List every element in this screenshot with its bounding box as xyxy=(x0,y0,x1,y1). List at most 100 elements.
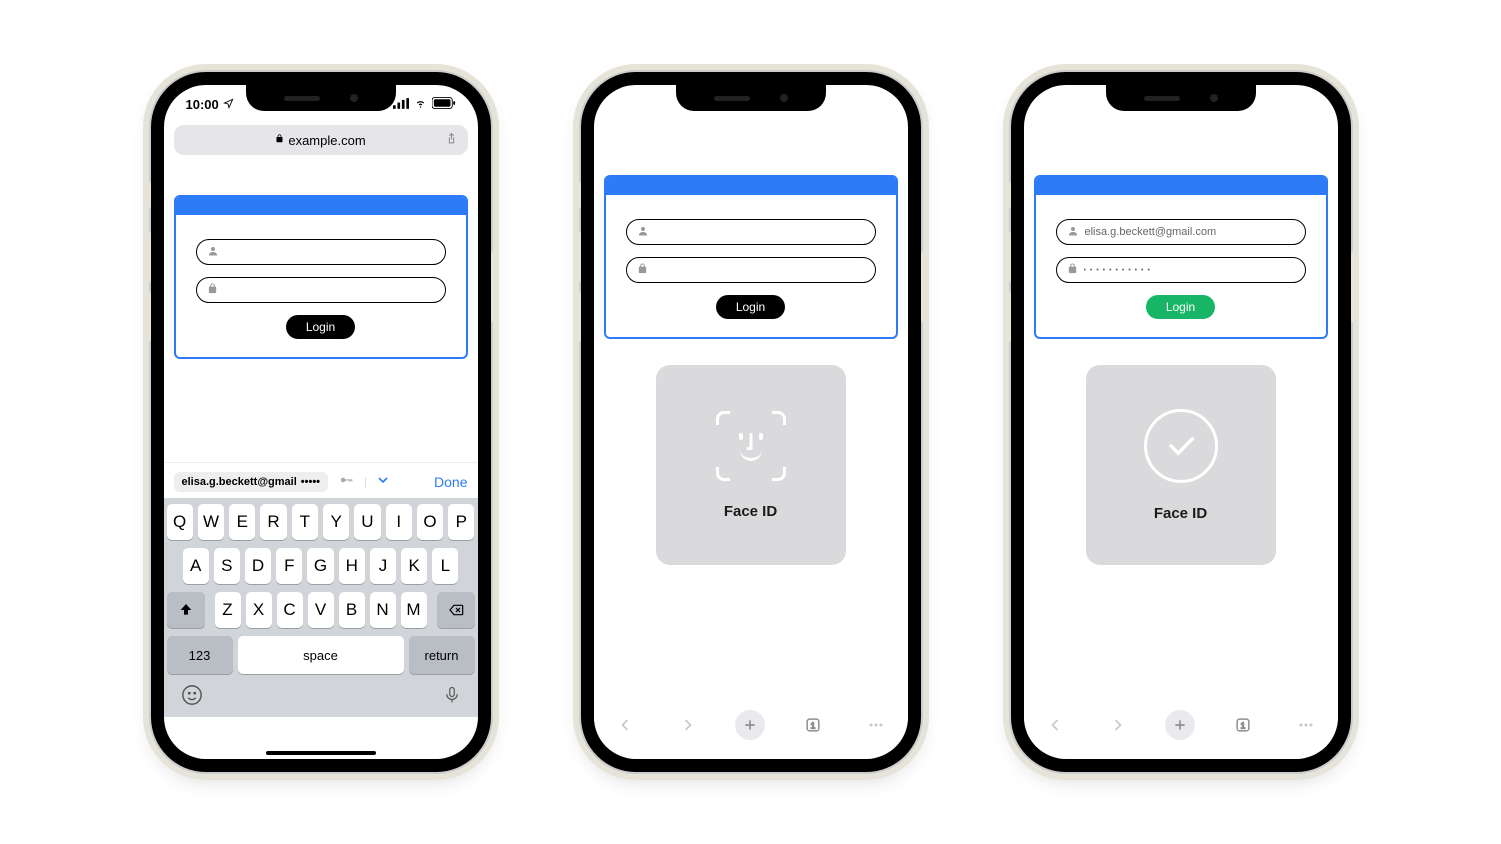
key-q[interactable]: Q xyxy=(167,504,193,540)
battery-icon xyxy=(432,97,456,112)
key-n[interactable]: N xyxy=(370,592,396,628)
password-autofill-suggestion[interactable]: elisa.g.beckett@gmail ••••• xyxy=(174,472,329,492)
key-g[interactable]: G xyxy=(307,548,333,584)
url-bar[interactable]: example.com xyxy=(174,125,468,155)
space-key[interactable]: space xyxy=(238,636,404,674)
key-p[interactable]: P xyxy=(448,504,474,540)
backspace-key[interactable] xyxy=(437,592,475,628)
nav-back[interactable] xyxy=(1040,710,1070,740)
nav-tabs[interactable]: 1 xyxy=(798,710,828,740)
phone-button-power xyxy=(921,252,925,322)
screen-2: Login Face ID 1 xyxy=(594,85,908,759)
login-button[interactable]: Login xyxy=(1146,295,1215,319)
phone-button-silent xyxy=(1007,182,1011,208)
nav-more[interactable] xyxy=(861,710,891,740)
key-s[interactable]: S xyxy=(214,548,240,584)
key-j[interactable]: J xyxy=(370,548,396,584)
autofill-password-dots: ••••• xyxy=(301,476,320,488)
lock-field-icon xyxy=(637,263,648,277)
nav-back[interactable] xyxy=(610,710,640,740)
notch xyxy=(676,85,826,111)
separator: | xyxy=(364,475,367,489)
key-m[interactable]: M xyxy=(401,592,427,628)
svg-text:1: 1 xyxy=(1241,720,1246,730)
phone-button-volume-up xyxy=(147,232,151,282)
key-f[interactable]: F xyxy=(276,548,302,584)
status-time: 10:00 xyxy=(186,97,219,112)
notch xyxy=(246,85,396,111)
screen-1: 10:00 example.com xyxy=(164,85,478,759)
login-button[interactable]: Login xyxy=(716,295,785,319)
key-t[interactable]: T xyxy=(292,504,318,540)
key-k[interactable]: K xyxy=(401,548,427,584)
key-u[interactable]: U xyxy=(354,504,380,540)
lock-field-icon xyxy=(207,283,218,297)
numeric-key[interactable]: 123 xyxy=(167,636,233,674)
key-a[interactable]: A xyxy=(183,548,209,584)
username-input[interactable] xyxy=(196,239,446,265)
password-input[interactable] xyxy=(196,277,446,303)
key-z[interactable]: Z xyxy=(215,592,241,628)
key-w[interactable]: W xyxy=(198,504,224,540)
password-input[interactable]: • • • • • • • • • • • xyxy=(1056,257,1306,283)
phone-button-volume-down xyxy=(1007,292,1011,342)
browser-toolbar: 1 xyxy=(594,703,908,747)
login-card: elisa.g.beckett@gmail.com • • • • • • • … xyxy=(1034,175,1328,339)
url-text: example.com xyxy=(288,133,365,148)
key-b[interactable]: B xyxy=(339,592,365,628)
login-card: Login xyxy=(174,195,468,359)
nav-forward[interactable] xyxy=(1103,710,1133,740)
phone-mockup-3: elisa.g.beckett@gmail.com • • • • • • • … xyxy=(1011,72,1351,772)
location-icon xyxy=(223,97,234,112)
lock-field-icon xyxy=(1067,263,1078,277)
keyboard-done-button[interactable]: Done xyxy=(434,474,467,490)
notch xyxy=(1106,85,1256,111)
keyboard: QWERTYUIOP ASDFGHJKL ZXCVBNM 123 space r… xyxy=(164,498,478,717)
key-l[interactable]: L xyxy=(432,548,458,584)
login-button[interactable]: Login xyxy=(286,315,355,339)
home-indicator[interactable] xyxy=(266,751,376,755)
keyboard-suggestion-bar: elisa.g.beckett@gmail ••••• | Done xyxy=(164,462,478,500)
mic-key[interactable] xyxy=(443,684,461,711)
phone-mockup-1: 10:00 example.com xyxy=(151,72,491,772)
person-icon xyxy=(207,245,219,260)
browser-toolbar: 1 xyxy=(1024,703,1338,747)
key-x[interactable]: X xyxy=(246,592,272,628)
key-r[interactable]: R xyxy=(260,504,286,540)
faceid-label: Face ID xyxy=(724,503,777,520)
chevron-down-icon[interactable] xyxy=(375,472,391,491)
shift-key[interactable] xyxy=(167,592,205,628)
nav-new-tab[interactable] xyxy=(1165,710,1195,740)
key-i[interactable]: I xyxy=(386,504,412,540)
phone-button-volume-up xyxy=(577,232,581,282)
password-value: • • • • • • • • • • • xyxy=(1084,267,1151,274)
nav-tabs[interactable]: 1 xyxy=(1228,710,1258,740)
nav-new-tab[interactable] xyxy=(735,710,765,740)
card-header-bar xyxy=(606,177,896,195)
key-o[interactable]: O xyxy=(417,504,443,540)
nav-more[interactable] xyxy=(1291,710,1321,740)
key-icon[interactable] xyxy=(336,473,356,490)
username-input[interactable] xyxy=(626,219,876,245)
key-h[interactable]: H xyxy=(339,548,365,584)
return-key[interactable]: return xyxy=(409,636,475,674)
key-c[interactable]: C xyxy=(277,592,303,628)
key-v[interactable]: V xyxy=(308,592,334,628)
phone-button-silent xyxy=(577,182,581,208)
person-icon xyxy=(1067,225,1079,240)
key-e[interactable]: E xyxy=(229,504,255,540)
faceid-icon xyxy=(716,411,786,481)
share-icon[interactable] xyxy=(445,131,458,149)
card-header-bar xyxy=(176,197,466,215)
lock-icon xyxy=(275,134,284,146)
password-input[interactable] xyxy=(626,257,876,283)
phone-button-volume-down xyxy=(577,292,581,342)
key-y[interactable]: Y xyxy=(323,504,349,540)
username-input[interactable]: elisa.g.beckett@gmail.com xyxy=(1056,219,1306,245)
autofill-identity: elisa.g.beckett@gmail xyxy=(182,476,297,488)
username-value: elisa.g.beckett@gmail.com xyxy=(1085,226,1217,238)
emoji-key[interactable] xyxy=(181,684,203,711)
nav-forward[interactable] xyxy=(673,710,703,740)
key-d[interactable]: D xyxy=(245,548,271,584)
phone-button-volume-up xyxy=(1007,232,1011,282)
